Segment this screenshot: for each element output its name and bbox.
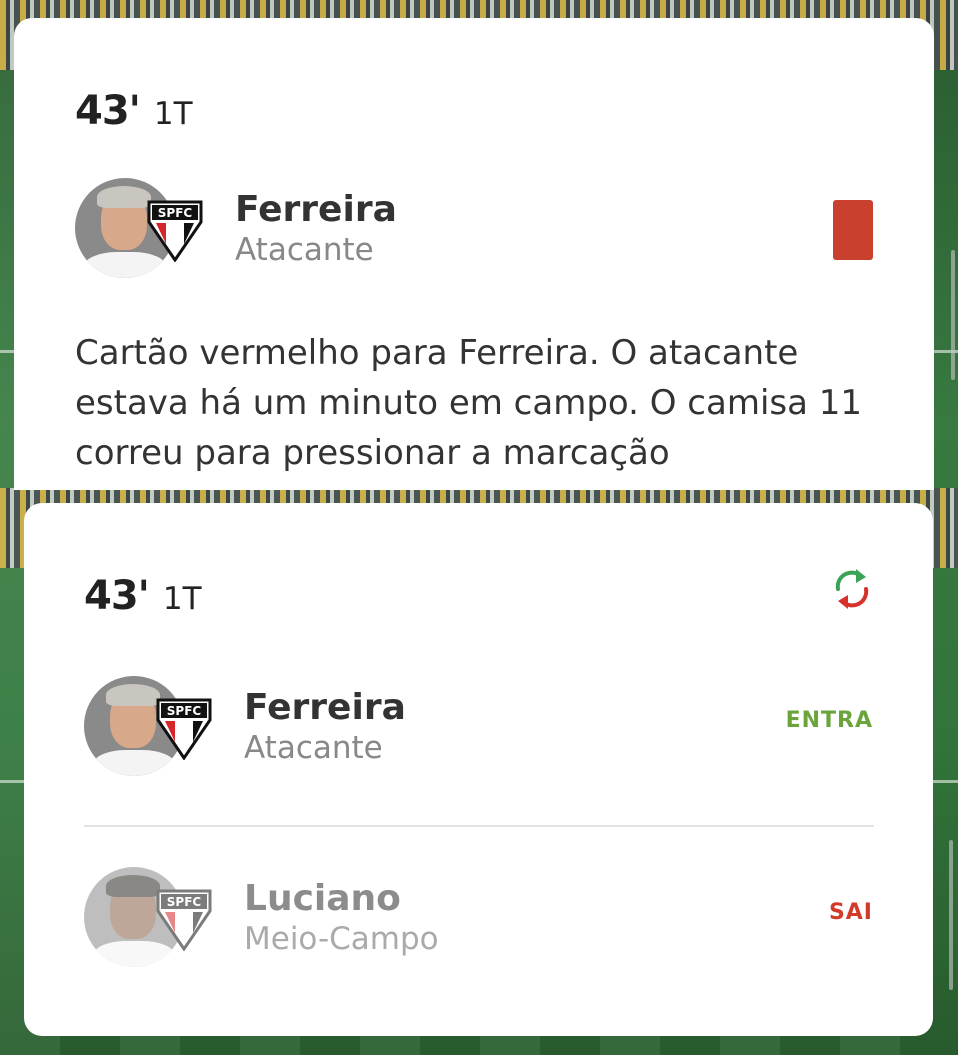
svg-text:SPFC: SPFC bbox=[167, 895, 202, 909]
player-position: Atacante bbox=[235, 231, 374, 268]
entra-tag: ENTRA bbox=[785, 708, 873, 733]
scrollbar[interactable] bbox=[949, 840, 953, 990]
player-in-row[interactable]: SPFC Ferreira Atacante bbox=[84, 676, 406, 776]
red-card-icon bbox=[833, 200, 873, 260]
event-half: 1T bbox=[162, 581, 202, 617]
pitch-line bbox=[0, 350, 14, 353]
svg-text:SPFC: SPFC bbox=[167, 704, 202, 718]
svg-text:SPFC: SPFC bbox=[158, 206, 193, 220]
pitch-line bbox=[0, 780, 24, 783]
player-name: Luciano bbox=[244, 877, 401, 919]
spfc-crest-icon: SPFC bbox=[156, 889, 212, 951]
player-row[interactable]: SPFC Ferreira Atacante bbox=[75, 178, 397, 278]
substitution-icon bbox=[835, 569, 869, 609]
event-time: 43' 1T bbox=[84, 573, 202, 619]
event-time: 43' 1T bbox=[75, 88, 193, 134]
event-minute: 43' bbox=[75, 88, 141, 134]
pitch-line bbox=[933, 780, 958, 783]
divider bbox=[84, 825, 874, 827]
player-position: Atacante bbox=[244, 729, 383, 766]
event-minute: 43' bbox=[84, 573, 150, 619]
event-half: 1T bbox=[153, 96, 193, 132]
player-out-row[interactable]: SPFC Luciano Meio-Campo bbox=[84, 867, 439, 967]
scrollbar[interactable] bbox=[951, 250, 955, 380]
spfc-crest-icon: SPFC bbox=[147, 200, 203, 262]
player-position: Meio-Campo bbox=[244, 920, 439, 957]
spfc-crest-icon: SPFC bbox=[156, 698, 212, 760]
player-name: Ferreira bbox=[244, 686, 406, 728]
player-name: Ferreira bbox=[235, 188, 397, 230]
sai-tag: SAI bbox=[828, 900, 873, 925]
substitution-event-card[interactable]: 43' 1T SPFC Ferreira Atacante ENTRA SPFC… bbox=[24, 503, 933, 1036]
event-description: Cartão vermelho para Ferreira. O atacant… bbox=[75, 333, 863, 473]
red-card-event-card[interactable]: 43' 1T SPFC Ferreira Atacante Cartão ver… bbox=[14, 18, 934, 490]
